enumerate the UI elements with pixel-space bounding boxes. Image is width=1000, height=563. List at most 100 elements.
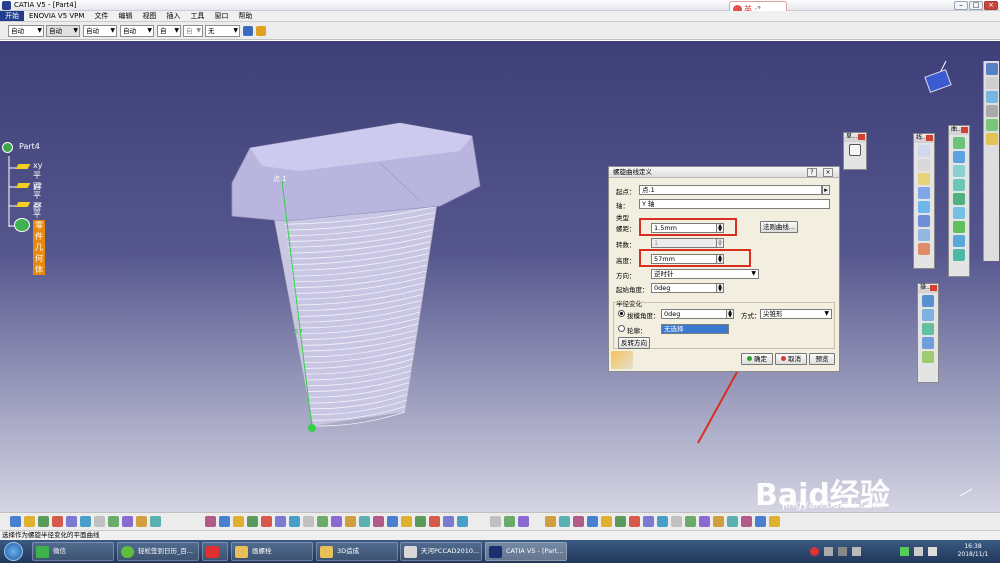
sketch-icon[interactable] — [849, 144, 861, 156]
menu-window[interactable]: 窗口 — [209, 11, 233, 21]
taskbar-item-folder-bolt[interactable]: 画螺栓 — [231, 542, 313, 561]
tree-root[interactable]: Part4 — [19, 142, 40, 151]
toolbar-tool-icon[interactable] — [601, 516, 612, 527]
toolbar-tool-icon[interactable] — [587, 516, 598, 527]
sweep-icon[interactable] — [953, 207, 965, 219]
start-angle-field[interactable]: 0deg — [651, 283, 717, 293]
toolbar-tool-icon[interactable] — [38, 516, 49, 527]
toolbar-tool-icon[interactable] — [303, 516, 314, 527]
loft-icon[interactable] — [953, 235, 965, 247]
volume-icon[interactable] — [928, 547, 937, 556]
clock[interactable]: 16:38 2018/11/1 — [952, 543, 994, 559]
menu-start[interactable]: 开始 — [0, 11, 24, 21]
helix-icon[interactable] — [918, 243, 930, 255]
menu-view[interactable]: 视图 — [137, 11, 161, 21]
measure-icon[interactable] — [985, 91, 998, 103]
start-button[interactable] — [4, 542, 23, 561]
toolbar-tool-icon[interactable] — [657, 516, 668, 527]
menu-file[interactable]: 文件 — [89, 11, 113, 21]
toolbar-tool-icon[interactable] — [429, 516, 440, 527]
taskbar-item-wechat[interactable]: 微信 — [32, 542, 114, 561]
dialog-close-button[interactable]: × — [823, 168, 833, 177]
line-weight-dropdown[interactable]: 自动 ▼ — [83, 25, 117, 37]
toolbar-tool-icon[interactable] — [490, 516, 501, 527]
toolbar-tool-icon[interactable] — [755, 516, 766, 527]
toolbar-tool-icon[interactable] — [387, 516, 398, 527]
taskbar-item-folder-3d[interactable]: 3D造成 — [316, 542, 398, 561]
toolbar-tool-icon[interactable] — [615, 516, 626, 527]
taper-angle-radio[interactable] — [618, 310, 625, 317]
annotation-icon[interactable] — [985, 133, 998, 145]
cylinder-icon[interactable] — [953, 179, 965, 191]
toolbar-tool-icon[interactable] — [233, 516, 244, 527]
profile-field[interactable]: 无选择 — [661, 324, 729, 334]
toolbar-tool-icon[interactable] — [713, 516, 724, 527]
toolbar-tool-icon[interactable] — [415, 516, 426, 527]
taskbar-item-browser[interactable]: 轻松签到日历_百... — [117, 542, 199, 561]
cancel-button[interactable]: 取消 — [775, 353, 807, 365]
way-select[interactable]: 尖锥形 ▼ — [760, 309, 832, 319]
knowledge-icon[interactable] — [985, 119, 998, 131]
menu-enovia[interactable]: ENOVIA V5 VPM — [24, 12, 89, 20]
close-button[interactable]: × — [984, 1, 998, 10]
painter-icon[interactable] — [243, 26, 253, 36]
transparency-dropdown[interactable]: 自动 ▼ — [46, 25, 80, 37]
menu-insert[interactable]: 插入 — [161, 11, 185, 21]
toolbar-tool-icon[interactable] — [317, 516, 328, 527]
line-icon[interactable] — [918, 159, 930, 171]
orientation-select[interactable]: 逆时针 ▼ — [651, 269, 759, 279]
taper-angle-field[interactable]: 0deg — [661, 309, 727, 319]
taskbar-item-app[interactable] — [202, 542, 228, 561]
toolbar-tool-icon[interactable] — [573, 516, 584, 527]
start-angle-spinner[interactable]: ▲ ▼ — [716, 283, 724, 293]
toolbar-tool-icon[interactable] — [10, 516, 21, 527]
split-icon[interactable] — [922, 309, 934, 321]
taskbar-item-catia[interactable]: CATIA V5 - [Part... — [485, 542, 567, 561]
analysis-icon[interactable] — [985, 105, 998, 117]
toolbar-tool-icon[interactable] — [289, 516, 300, 527]
toolbar-tool-icon[interactable] — [108, 516, 119, 527]
plane-icon[interactable] — [918, 173, 930, 185]
toolbar-tool-icon[interactable] — [359, 516, 370, 527]
law-curve-button[interactable]: 法则曲线... — [760, 221, 798, 233]
start-point-picker[interactable]: ▸ — [822, 185, 830, 195]
circle-icon[interactable] — [918, 215, 930, 227]
select-icon[interactable] — [985, 63, 998, 75]
join-icon[interactable] — [922, 295, 934, 307]
tray-icon[interactable] — [824, 547, 833, 556]
extrapolate-icon[interactable] — [922, 351, 934, 363]
toolbar-tool-icon[interactable] — [345, 516, 356, 527]
point-type-dropdown[interactable]: 自 ▼ — [157, 25, 181, 37]
toolbar-tool-icon[interactable] — [671, 516, 682, 527]
toolbar-tool-icon[interactable] — [373, 516, 384, 527]
maximize-button[interactable]: □ — [969, 1, 983, 10]
fill-icon[interactable] — [953, 221, 965, 233]
toolbar-tool-icon[interactable] — [685, 516, 696, 527]
toolbar-tool-icon[interactable] — [518, 516, 529, 527]
tray-icon[interactable] — [852, 547, 861, 556]
toolbar-tool-icon[interactable] — [205, 516, 216, 527]
extrude-icon[interactable] — [953, 137, 965, 149]
brush-icon[interactable] — [256, 26, 266, 36]
toolbar-tool-icon[interactable] — [261, 516, 272, 527]
toolbar-tool-icon[interactable] — [559, 516, 570, 527]
preview-button[interactable]: 预览 — [809, 353, 835, 365]
toolbar-tool-icon[interactable] — [443, 516, 454, 527]
line-type-dropdown[interactable]: 自动 ▼ — [120, 25, 154, 37]
menu-tools[interactable]: 工具 — [185, 11, 209, 21]
menu-edit[interactable]: 编辑 — [113, 11, 137, 21]
network-icon[interactable] — [914, 547, 923, 556]
spline-icon[interactable] — [918, 229, 930, 241]
taskbar-item-pccad[interactable]: 天河PCCAD2010... — [400, 542, 482, 561]
offset-icon[interactable] — [918, 201, 930, 213]
minimize-button[interactable]: – — [954, 1, 968, 10]
toolbar-tool-icon[interactable] — [699, 516, 710, 527]
toolbar-tool-icon[interactable] — [122, 516, 133, 527]
revolve-icon[interactable] — [953, 151, 965, 163]
toolbar-tool-icon[interactable] — [136, 516, 147, 527]
profile-radio[interactable] — [618, 325, 625, 332]
toolbar-tool-icon[interactable] — [66, 516, 77, 527]
ok-button[interactable]: 确定 — [741, 353, 773, 365]
point-icon[interactable] — [918, 145, 930, 157]
toolbar-tool-icon[interactable] — [545, 516, 556, 527]
